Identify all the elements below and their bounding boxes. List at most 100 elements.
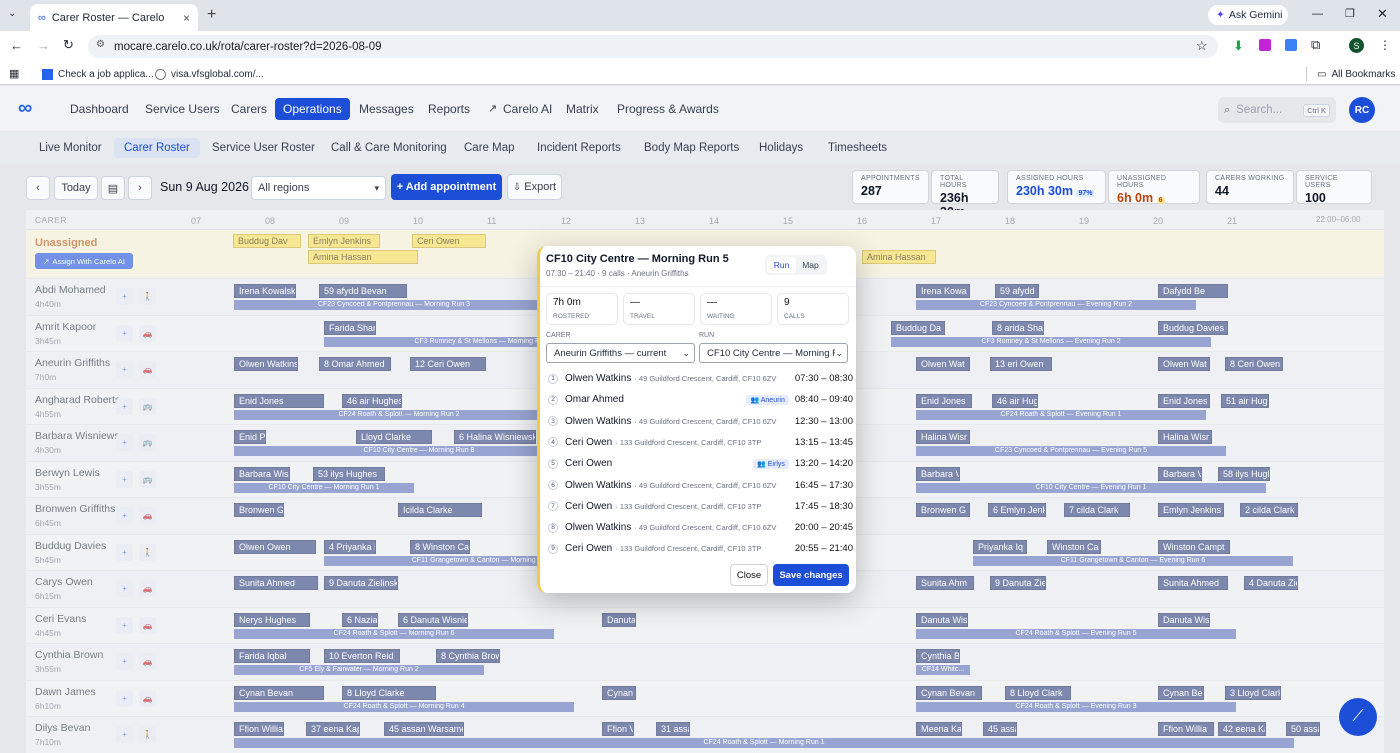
new-tab-icon[interactable]: +	[207, 6, 216, 24]
browser-menu-icon[interactable]: ⋮	[1379, 38, 1391, 52]
nav-operations[interactable]: Operations	[275, 98, 350, 120]
stat-label: SERVICE USERS	[1305, 175, 1338, 189]
modal-subtitle: 07:30 – 21:40 · 9 calls · Aneurin Griffi…	[546, 269, 689, 278]
metric-waiting: — WAITING	[700, 293, 772, 325]
view-toggle: Run Map	[765, 255, 827, 275]
tab-list-chevron-icon[interactable]: ⌄	[8, 8, 22, 22]
bookmark-visa[interactable]: visa.vfsglobal.com/...	[155, 66, 264, 82]
tab-call-care-monitoring[interactable]: Call & Care Monitoring	[321, 138, 457, 158]
close-button[interactable]: Close	[730, 564, 768, 586]
carer-select[interactable]: Aneurin Griffiths — current ⌄	[546, 343, 695, 363]
close-tab-icon[interactable]: ×	[183, 11, 190, 25]
carelo-favicon-icon: ∞	[38, 11, 46, 24]
carer-tag-label: Aneurin	[760, 396, 785, 404]
call-item[interactable]: 4 Ceri Owen · 133 Guildford Crescent, Card…	[548, 432, 853, 453]
run-view-button[interactable]: Run	[767, 257, 796, 273]
nav-carelo-ai[interactable]: Carelo AI	[495, 98, 560, 120]
calendar-icon[interactable]: ▤	[101, 176, 125, 200]
run-select[interactable]: CF10 City Centre — Morning Run 5 ⌄	[699, 343, 848, 363]
download-small-icon: ⇩	[512, 181, 522, 193]
url-bar[interactable]: ⚙ mocare.carelo.co.uk/rota/carer-roster?…	[88, 35, 1218, 58]
call-item[interactable]: 1 Olwen Watkins · 49 Guildford Crescent, C…	[548, 368, 853, 389]
call-number: 5	[548, 458, 558, 469]
all-bookmarks[interactable]: ▭ All Bookmarks	[1317, 66, 1395, 82]
current-date: Sun 9 Aug 2026	[160, 180, 249, 194]
nav-carers[interactable]: Carers	[223, 98, 275, 120]
back-icon[interactable]: ←	[10, 38, 23, 53]
prev-day-button[interactable]: ‹	[26, 176, 50, 200]
next-day-button[interactable]: ›	[128, 176, 152, 200]
puzzle-icon[interactable]: ⧉	[1311, 37, 1320, 53]
call-client-name: Ceri Owen	[565, 543, 613, 555]
reload-icon[interactable]: ↻	[63, 37, 74, 53]
tab-carer-roster[interactable]: Carer Roster	[114, 138, 200, 158]
add-appointment-button[interactable]: + Add appointment	[391, 174, 502, 200]
app-header: ∞ Dashboard Service Users Carers Operati…	[0, 86, 1400, 132]
bookmark-star-icon[interactable]: ☆	[1196, 38, 1208, 54]
vfs-favicon-icon	[155, 68, 166, 80]
call-time: 12:30 – 13:00	[794, 415, 853, 427]
ai-assistant-fab[interactable]: ⟋	[1339, 698, 1377, 736]
gemini-icon: ✦	[1216, 9, 1225, 21]
tab-timesheets[interactable]: Timesheets	[818, 138, 897, 158]
save-changes-button[interactable]: Save changes	[773, 564, 849, 586]
stat-label: TOTAL HOURS	[940, 175, 967, 189]
call-number: 4	[548, 437, 558, 448]
site-info-icon[interactable]: ⚙	[96, 39, 105, 50]
call-number: 8	[548, 522, 558, 533]
call-item[interactable]: 7 Ceri Owen · 133 Guildford Crescent, Card…	[548, 496, 853, 517]
extension-icon[interactable]	[1259, 39, 1271, 51]
metric-label: CALLS	[784, 313, 805, 320]
download-icon[interactable]: ⬇	[1233, 38, 1244, 54]
tab-title: Carer Roster — Carelo	[51, 11, 165, 24]
ask-gemini-button[interactable]: ✦ Ask Gemini	[1208, 5, 1288, 25]
nav-messages[interactable]: Messages	[351, 98, 422, 120]
call-item[interactable]: 6 Olwen Watkins · 49 Guildford Crescent, C…	[548, 475, 853, 496]
minimize-icon[interactable]: —	[1312, 8, 1323, 20]
call-item[interactable]: 8 Olwen Watkins · 49 Guildford Crescent, C…	[548, 517, 853, 538]
user-avatar[interactable]: RC	[1349, 97, 1375, 123]
search-placeholder: Search...	[1236, 104, 1283, 116]
metric-label: ROSTERED	[553, 313, 590, 320]
map-view-button[interactable]: Map	[796, 257, 825, 273]
forward-icon[interactable]: →	[37, 38, 50, 53]
call-item[interactable]: 3 Olwen Watkins · 49 Guildford Crescent, C…	[548, 411, 853, 432]
nav-matrix[interactable]: Matrix	[558, 98, 607, 120]
tab-live-monitor[interactable]: Live Monitor	[29, 138, 112, 158]
profile-avatar[interactable]: S	[1349, 38, 1364, 53]
call-item[interactable]: 5 Ceri Owen 👥 Eirlys 13:20 – 14:20	[548, 453, 853, 474]
modal-title: CF10 City Centre — Morning Run 5	[546, 253, 729, 265]
tab-incident-reports[interactable]: Incident Reports	[527, 138, 631, 158]
today-button[interactable]: Today	[54, 176, 98, 200]
nav-reports[interactable]: Reports	[420, 98, 478, 120]
extension-2-icon[interactable]	[1285, 39, 1297, 51]
call-time: 08:40 – 09:40	[794, 394, 853, 406]
export-button[interactable]: ⇩ Export	[507, 174, 562, 200]
search-shortcut: Ctrl K	[1303, 103, 1330, 117]
call-time: 07:30 – 08:30	[794, 373, 853, 384]
stat-badge: 97%	[1076, 190, 1095, 197]
search-box[interactable]: ⌕ Search... Ctrl K	[1218, 97, 1336, 123]
call-item[interactable]: 2 Omar Ahmed 👥 Aneurin 08:40 – 09:40	[548, 389, 853, 410]
bookmark-job[interactable]: Check a job applica...	[42, 66, 154, 82]
tab-body-map-reports[interactable]: Body Map Reports	[634, 138, 749, 158]
maximize-icon[interactable]: ❐	[1345, 7, 1355, 20]
close-window-icon[interactable]: ✕	[1377, 6, 1388, 22]
nav-progress-awards[interactable]: Progress & Awards	[609, 98, 727, 120]
nav-dashboard[interactable]: Dashboard	[62, 98, 137, 120]
tab-service-user-roster[interactable]: Service User Roster	[202, 138, 325, 158]
carelo-logo-icon[interactable]: ∞	[18, 98, 32, 118]
call-number: 1	[548, 373, 558, 384]
region-select[interactable]: All regions ▾	[251, 176, 386, 200]
tab-holidays[interactable]: Holidays	[749, 138, 813, 158]
bookmark-label: Check a job applica...	[58, 68, 154, 80]
call-item[interactable]: 9 Ceri Owen · 133 Guildford Crescent, Card…	[548, 538, 853, 559]
stat-label: APPOINTMENTS	[861, 175, 920, 182]
apps-grid-icon[interactable]: ▦	[9, 67, 19, 80]
browser-tab[interactable]: ∞ Carer Roster — Carelo ×	[30, 4, 198, 31]
tab-care-map[interactable]: Care Map	[454, 138, 525, 158]
metric-value: —	[707, 297, 717, 308]
nav-service-users[interactable]: Service Users	[137, 98, 228, 120]
carer-label: CARER	[546, 332, 571, 339]
stat-label: CARERS WORKING	[1215, 175, 1285, 182]
